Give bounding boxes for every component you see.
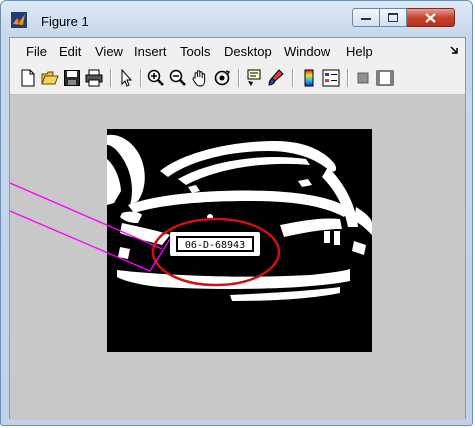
data-cursor-icon[interactable] bbox=[245, 69, 263, 87]
menu-insert[interactable]: Insert bbox=[134, 44, 167, 59]
pointer-icon[interactable] bbox=[117, 69, 135, 87]
rotate-3d-icon[interactable] bbox=[213, 69, 231, 87]
figure-canvas: 06-D-68943 bbox=[9, 95, 465, 420]
toolbar-separator bbox=[140, 69, 142, 87]
toolbar-separator bbox=[292, 69, 294, 87]
maximize-icon bbox=[388, 13, 398, 22]
open-file-icon[interactable] bbox=[41, 69, 59, 87]
toolbar-separator bbox=[238, 69, 240, 87]
brush-icon[interactable] bbox=[267, 69, 285, 87]
title-bar[interactable]: Figure 1 bbox=[1, 1, 472, 37]
hide-plot-tools-icon[interactable] bbox=[354, 69, 372, 87]
figure-window: Figure 1 File Edit View Insert Tools Des… bbox=[0, 0, 473, 426]
plate-detection-image: 06-D-68943 bbox=[9, 129, 372, 352]
menu-bar: File Edit View Insert Tools Desktop Wind… bbox=[10, 38, 465, 62]
new-figure-icon[interactable] bbox=[19, 69, 37, 87]
colorbar-icon[interactable] bbox=[300, 69, 318, 87]
toolbar-separator bbox=[347, 69, 349, 87]
menu-view[interactable]: View bbox=[95, 44, 123, 59]
pan-hand-icon[interactable] bbox=[191, 69, 209, 87]
legend-icon[interactable] bbox=[322, 69, 340, 87]
dock-arrow-icon[interactable] bbox=[449, 45, 459, 55]
menu-file[interactable]: File bbox=[26, 44, 47, 59]
toolbar bbox=[10, 62, 465, 95]
toolbar-separator bbox=[110, 69, 112, 87]
menu-desktop[interactable]: Desktop bbox=[224, 44, 272, 59]
figure-client: File Edit View Insert Tools Desktop Wind… bbox=[9, 37, 466, 420]
print-icon[interactable] bbox=[85, 69, 103, 87]
save-icon[interactable] bbox=[63, 69, 81, 87]
menu-tools[interactable]: Tools bbox=[180, 44, 210, 59]
zoom-out-icon[interactable] bbox=[169, 69, 187, 87]
menu-edit[interactable]: Edit bbox=[59, 44, 81, 59]
menu-help[interactable]: Help bbox=[346, 44, 373, 59]
matlab-icon bbox=[11, 12, 27, 28]
zoom-in-icon[interactable] bbox=[147, 69, 165, 87]
minimize-button[interactable] bbox=[352, 8, 380, 27]
minimize-icon bbox=[361, 17, 371, 20]
menu-window[interactable]: Window bbox=[284, 44, 330, 59]
show-plot-tools-icon[interactable] bbox=[376, 69, 394, 87]
window-title: Figure 1 bbox=[41, 14, 89, 29]
plate-text: 06-D-68943 bbox=[185, 240, 245, 251]
close-icon bbox=[425, 12, 436, 23]
close-button[interactable] bbox=[407, 8, 455, 27]
maximize-button[interactable] bbox=[380, 8, 407, 27]
